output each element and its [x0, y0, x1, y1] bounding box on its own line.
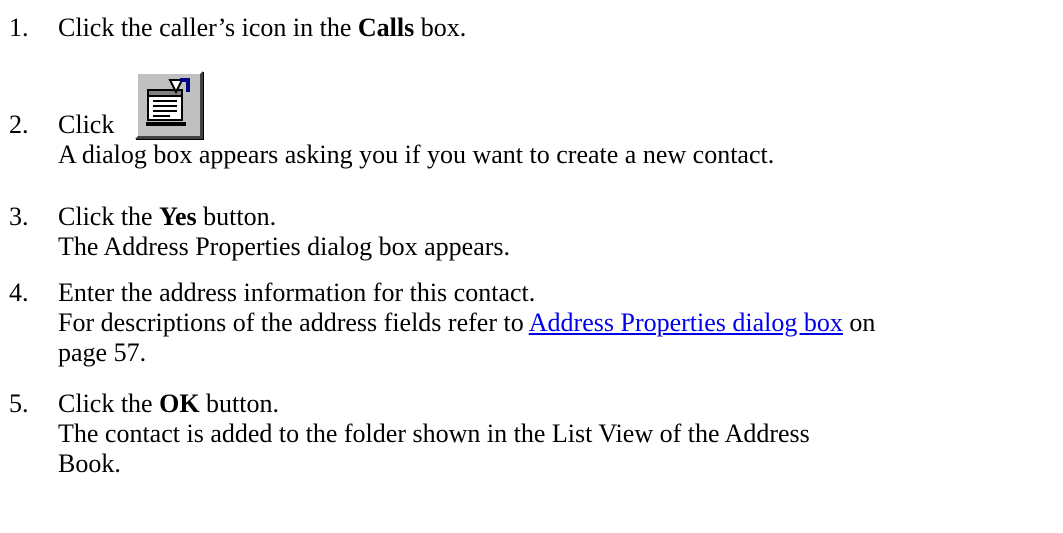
- instruction-text: Click the: [58, 389, 160, 418]
- step-instruction: Click the Yes button.: [58, 202, 1058, 232]
- step-number: 4.: [9, 278, 29, 307]
- step-note: The contact is added to the folder shown…: [58, 419, 810, 448]
- step-body: Click the caller’s icon in the Calls box…: [58, 13, 1058, 43]
- step-instruction: Click the caller’s icon in the Calls box…: [58, 13, 1058, 43]
- step-instruction: Click the OK button.: [58, 389, 1058, 419]
- step-note-continued: page 57.: [58, 338, 147, 367]
- step-number: 3.: [9, 202, 29, 231]
- ok-button-label: OK: [159, 389, 200, 418]
- step-body: Enter the address information for this c…: [58, 278, 1058, 368]
- step-body: Click the OK button. The contact is adde…: [58, 389, 1058, 479]
- step-note: The Address Properties dialog box appear…: [58, 232, 511, 261]
- calls-box-label: Calls: [357, 13, 415, 42]
- instruction-text: box.: [414, 13, 467, 42]
- step-body: Click. A dialog box appears asking you i…: [58, 110, 1058, 170]
- procedure-steps: 1. Click the caller’s icon in the Calls …: [0, 0, 1063, 533]
- step-number: 5.: [9, 389, 29, 418]
- step-number: 2.: [9, 110, 29, 139]
- step-instruction: Enter the address information for this c…: [58, 278, 536, 307]
- new-contact-icon: [146, 78, 190, 126]
- address-properties-link[interactable]: Address Properties dialog box: [529, 308, 843, 337]
- step-number: 1.: [9, 13, 29, 42]
- note-text: on: [842, 308, 876, 337]
- yes-button-label: Yes: [159, 202, 197, 231]
- note-text: For descriptions of the address fields r…: [58, 308, 529, 337]
- instruction-text: button.: [196, 202, 277, 231]
- instruction-text: Click: [58, 110, 115, 139]
- step-instruction: Click.: [58, 110, 1058, 140]
- step-body: Click the Yes button. The Address Proper…: [58, 202, 1058, 262]
- step-note: For descriptions of the address fields r…: [58, 308, 1058, 338]
- step-note: A dialog box appears asking you if you w…: [58, 140, 775, 169]
- instruction-text: button.: [199, 389, 279, 418]
- instruction-text: Click the: [58, 202, 160, 231]
- new-contact-toolbar-button[interactable]: [135, 71, 203, 139]
- step-note-continued: Book.: [58, 449, 121, 478]
- instruction-text: Click the caller’s icon in the: [58, 13, 358, 42]
